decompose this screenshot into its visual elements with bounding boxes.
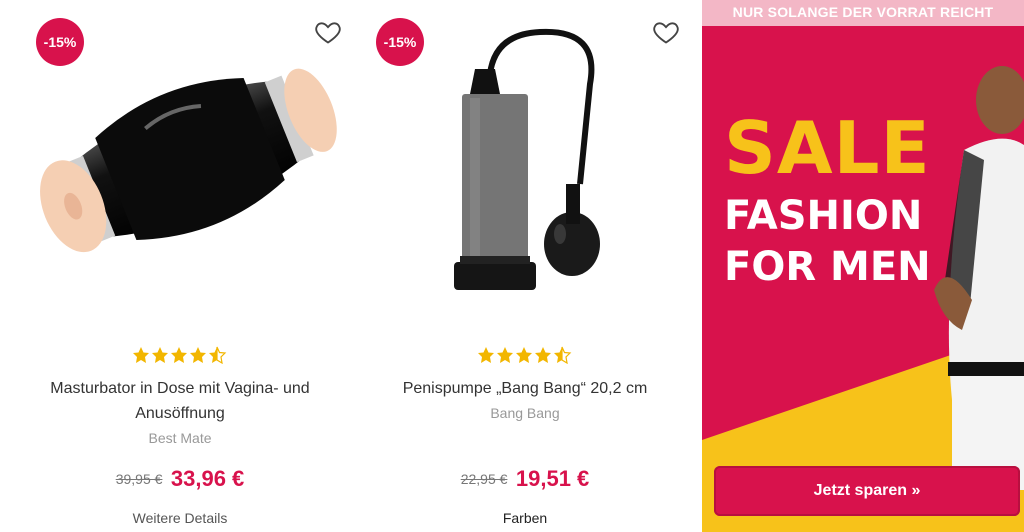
- price-block: 22,95 € 19,51 €: [350, 466, 700, 492]
- discount-badge: -15%: [376, 18, 424, 66]
- price-block: 39,95 € 33,96 €: [10, 466, 350, 492]
- sale-price: 33,96 €: [170, 466, 245, 491]
- rating-stars: [350, 346, 700, 369]
- product-card[interactable]: -15% Masturbator in Dose mit Vagina- und…: [10, 0, 350, 532]
- product-image[interactable]: [440, 24, 620, 324]
- product-image[interactable]: [40, 24, 340, 294]
- details-link[interactable]: Weitere Details: [10, 510, 350, 526]
- colors-link[interactable]: Farben: [350, 510, 700, 526]
- banner-headline-line: FOR MEN: [724, 244, 931, 290]
- sale-price: 19,51 €: [515, 466, 590, 491]
- wishlist-heart-icon[interactable]: [652, 18, 680, 46]
- product-title[interactable]: Masturbator in Dose mit Vagina- und Anus…: [30, 376, 330, 426]
- old-price: 39,95 €: [115, 471, 163, 487]
- save-now-button[interactable]: Jetzt sparen »: [714, 466, 1020, 516]
- product-brand: Best Mate: [148, 430, 212, 446]
- banner-sale-text: SALE: [724, 106, 931, 190]
- rating-stars: [10, 346, 350, 369]
- product-title[interactable]: Penispumpe „Bang Bang“ 20,2 cm: [370, 376, 680, 401]
- banner-headline-line: FASHION: [724, 193, 923, 239]
- product-brand: Bang Bang: [490, 405, 560, 421]
- promo-banner[interactable]: NUR SOLANGE DER VORRAT REICHT SALE FASHI…: [702, 0, 1024, 532]
- product-card[interactable]: -15% Penispumpe „Bang Bang“ 20,2 cm Bang…: [350, 0, 700, 532]
- old-price: 22,95 €: [460, 471, 508, 487]
